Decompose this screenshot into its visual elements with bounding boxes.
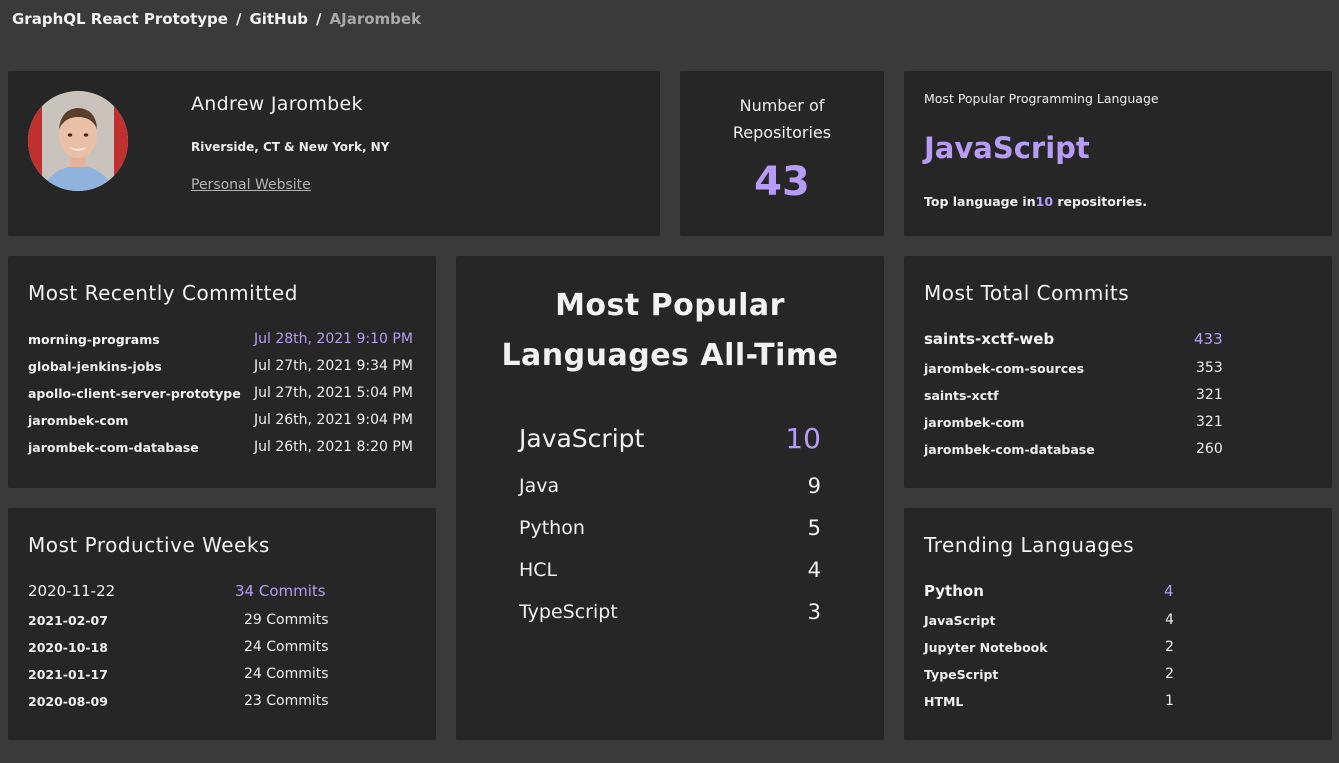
language-name: Jupyter Notebook [924,640,1048,655]
popular-all-time-title-line2: Languages All-Time [501,338,839,373]
trending-languages-card: Trending Languages Python 4 JavaScript 4 J… [904,508,1332,740]
language-name: Python [519,517,585,539]
list-item[interactable]: Python 5 [519,507,821,549]
week-commits: 24 Commits [244,666,329,682]
commit-date: Jul 28th, 2021 9:10 PM [254,331,413,347]
week-commits: 34 Commits [235,582,326,600]
repo-name: jarombek-com-sources [924,361,1085,376]
language-name: Java [519,475,560,497]
total-commits-card: Most Total Commits saints-xctf-web 433 ja… [904,256,1332,488]
popular-language-label: Most Popular Programming Language [924,91,1159,106]
repo-name: jarombek-com [28,413,129,428]
language-count: 10 [785,422,821,455]
repositories-label-line2: Repositories [732,123,832,142]
language-count: 4 [807,558,821,582]
language-count: 4 [1165,612,1174,628]
breadcrumb-item-github[interactable]: GitHub [249,10,308,28]
breadcrumb-separator: / [316,10,322,28]
language-count: 2 [1165,666,1174,682]
total-commits-title: Most Total Commits [924,281,1130,305]
breadcrumb-separator: / [235,10,242,28]
commit-count: 353 [1196,360,1223,376]
language-count: 5 [807,516,821,540]
popular-all-time-title-line1: Most Popular [555,288,785,323]
week-commits: 29 Commits [244,612,329,628]
week-date: 2021-02-07 [28,613,108,628]
recently-committed-title: Most Recently Committed [28,281,298,305]
commit-count: 321 [1196,414,1223,430]
repositories-label: Number of Repositories [680,92,884,146]
productive-weeks-title: Most Productive Weeks [28,533,270,557]
week-commits: 24 Commits [244,639,329,655]
commit-count: 260 [1196,441,1223,457]
popular-all-time-title: Most Popular Languages All-Time [456,281,884,381]
language-name: JavaScript [924,613,996,628]
language-count: 4 [1164,582,1174,600]
language-name: Python [924,582,984,600]
repo-name: saints-xctf-web [924,330,1055,348]
breadcrumb-item-graphql-react-prototype[interactable]: GraphQL React Prototype [12,10,228,28]
language-count: 1 [1165,693,1174,709]
language-name: HTML [924,694,964,709]
popular-all-time-card: Most Popular Languages All-Time JavaScri… [456,256,884,740]
list-item[interactable]: JavaScript 10 [519,418,821,460]
summary-count: 10 [1035,194,1054,209]
list-item[interactable]: Java 9 [519,465,821,507]
list-item[interactable]: HCL 4 [519,549,821,591]
popular-language-name: JavaScript [924,131,1090,165]
breadcrumb: GraphQL React Prototype / GitHub / AJarombek [12,10,421,28]
repo-name: jarombek-com [924,415,1025,430]
repo-name: jarombek-com-database [28,440,199,455]
recently-committed-card: Most Recently Committed morning-programs… [8,256,436,488]
week-date: 2020-08-09 [28,694,108,709]
avatar [28,91,128,191]
week-date: 2021-01-17 [28,667,108,682]
trending-languages-title: Trending Languages [924,533,1135,557]
week-date: 2020-10-18 [28,640,108,655]
language-count: 9 [807,474,821,498]
language-count: 2 [1165,639,1174,655]
language-name: HCL [519,559,558,581]
repo-name: global-jenkins-jobs [28,359,162,374]
language-count: 3 [807,600,821,624]
language-name: JavaScript [519,424,645,453]
language-name: TypeScript [924,667,999,682]
repo-name: morning-programs [28,332,160,347]
breadcrumb-current: AJarombek [329,10,422,28]
personal-website-link[interactable]: Personal Website [191,177,311,193]
avatar-image [28,91,128,191]
commit-date: Jul 26th, 2021 9:04 PM [254,412,413,428]
commit-date: Jul 26th, 2021 8:20 PM [254,439,413,455]
repo-name: saints-xctf [924,388,999,403]
profile-name: Andrew Jarombek [191,93,363,115]
commit-count: 433 [1194,330,1223,348]
repo-name: apollo-client-server-prototype [28,386,241,401]
profile-card: Andrew Jarombek Riverside, CT & New York… [8,71,660,236]
commit-count: 321 [1196,387,1223,403]
language-name: TypeScript [519,601,618,623]
commit-date: Jul 27th, 2021 5:04 PM [254,385,413,401]
popular-language-card: Most Popular Programming Language JavaSc… [904,71,1332,236]
summary-prefix: Top language in [924,194,1036,209]
popular-language-summary: Top language in10 repositories. [924,194,1147,209]
week-commits: 23 Commits [244,693,329,709]
repositories-count: 43 [754,159,810,205]
repositories-label-line1: Number of [739,96,825,115]
list-item[interactable]: TypeScript 3 [519,591,821,633]
commit-date: Jul 27th, 2021 9:34 PM [254,358,413,374]
repo-name: jarombek-com-database [924,442,1095,457]
summary-suffix: repositories. [1053,194,1147,209]
week-date: 2020-11-22 [28,582,116,600]
repositories-card: Number of Repositories 43 [680,71,884,236]
profile-location: Riverside, CT & New York, NY [191,140,390,154]
productive-weeks-card: Most Productive Weeks 2020-11-22 34 Commi… [8,508,436,740]
